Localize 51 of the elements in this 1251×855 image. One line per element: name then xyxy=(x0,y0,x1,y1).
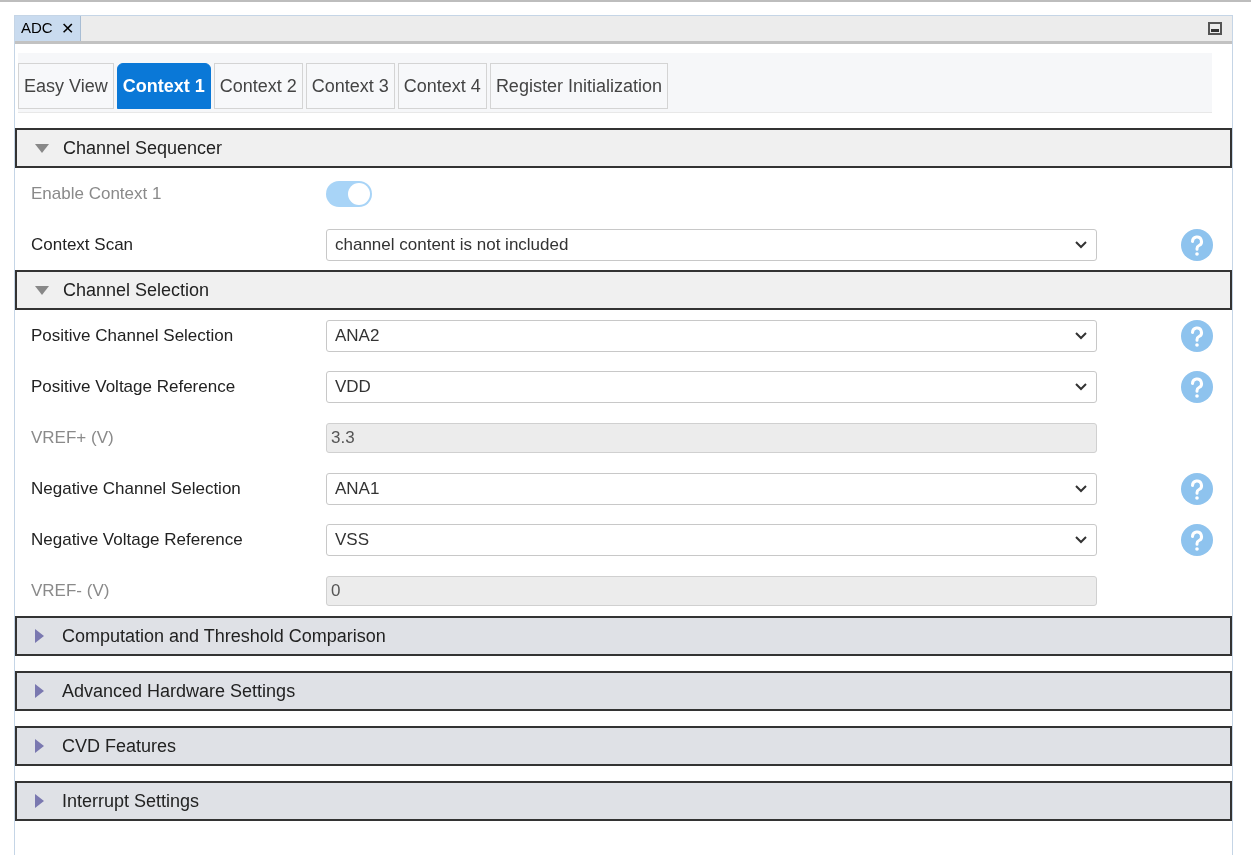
dropdown-field[interactable]: VSS xyxy=(326,523,1097,556)
tab[interactable]: Register Initialization xyxy=(489,63,668,109)
tab-title: ADC xyxy=(21,18,53,39)
dropdown-field[interactable]: channel content is not included xyxy=(326,228,1097,261)
section-header[interactable]: Interrupt Settings xyxy=(15,781,1232,821)
dropdown-field[interactable]: ANA2 xyxy=(326,319,1097,352)
help-icon[interactable] xyxy=(1181,319,1213,352)
help-icon[interactable] xyxy=(1181,370,1213,403)
section-title: Advanced Hardware Settings xyxy=(62,679,296,703)
section-header[interactable]: Advanced Hardware Settings xyxy=(15,671,1232,711)
minimize-icon[interactable] xyxy=(1208,22,1222,35)
dropdown-field[interactable]: VDD xyxy=(326,370,1097,403)
tab[interactable]: Context 4 xyxy=(397,63,487,109)
document-tab[interactable]: ADC ✕ xyxy=(15,16,81,41)
section-title: Computation and Threshold Comparison xyxy=(62,624,386,648)
caret-right-icon xyxy=(35,629,44,643)
dropdown-field[interactable]: ANA1 xyxy=(326,472,1097,505)
field-label: VREF+ (V) xyxy=(30,426,115,449)
caret-right-icon xyxy=(35,739,44,753)
section-header[interactable]: Channel Sequencer xyxy=(15,128,1232,168)
chevron-down-icon xyxy=(1074,535,1088,544)
tab[interactable]: Context 3 xyxy=(305,63,395,109)
section-header[interactable]: Computation and Threshold Comparison xyxy=(15,616,1232,656)
tab[interactable]: Context 1 xyxy=(116,63,211,109)
tab[interactable]: Easy View xyxy=(18,63,114,109)
field-label: VREF- (V) xyxy=(30,579,111,602)
chevron-down-icon xyxy=(1074,484,1088,493)
section-header[interactable]: Channel Selection xyxy=(15,270,1232,310)
caret-right-icon xyxy=(35,794,44,808)
chevron-down-icon xyxy=(1074,240,1088,249)
caret-down-icon xyxy=(35,285,49,295)
section-header[interactable]: CVD Features xyxy=(15,726,1232,766)
caret-right-icon xyxy=(35,684,44,698)
section-title: CVD Features xyxy=(62,734,177,758)
section-title: Channel Sequencer xyxy=(63,136,223,160)
chevron-down-icon xyxy=(1074,382,1088,391)
section-title: Channel Selection xyxy=(63,278,210,302)
field-label: Positive Channel Selection xyxy=(30,324,235,347)
field-label: Enable Context 1 xyxy=(30,182,163,205)
help-icon[interactable] xyxy=(1181,523,1213,556)
chevron-down-icon xyxy=(1074,331,1088,340)
help-icon[interactable] xyxy=(1181,472,1213,505)
help-icon[interactable] xyxy=(1181,228,1213,261)
section-title: Interrupt Settings xyxy=(62,789,200,813)
field-label: Negative Voltage Reference xyxy=(30,528,244,551)
field-label: Context Scan xyxy=(30,233,135,256)
close-icon[interactable]: ✕ xyxy=(60,16,74,41)
field-label: Positive Voltage Reference xyxy=(30,375,237,398)
caret-down-icon xyxy=(35,143,49,153)
tab[interactable]: Context 2 xyxy=(213,63,303,109)
field-label: Negative Channel Selection xyxy=(30,477,242,500)
